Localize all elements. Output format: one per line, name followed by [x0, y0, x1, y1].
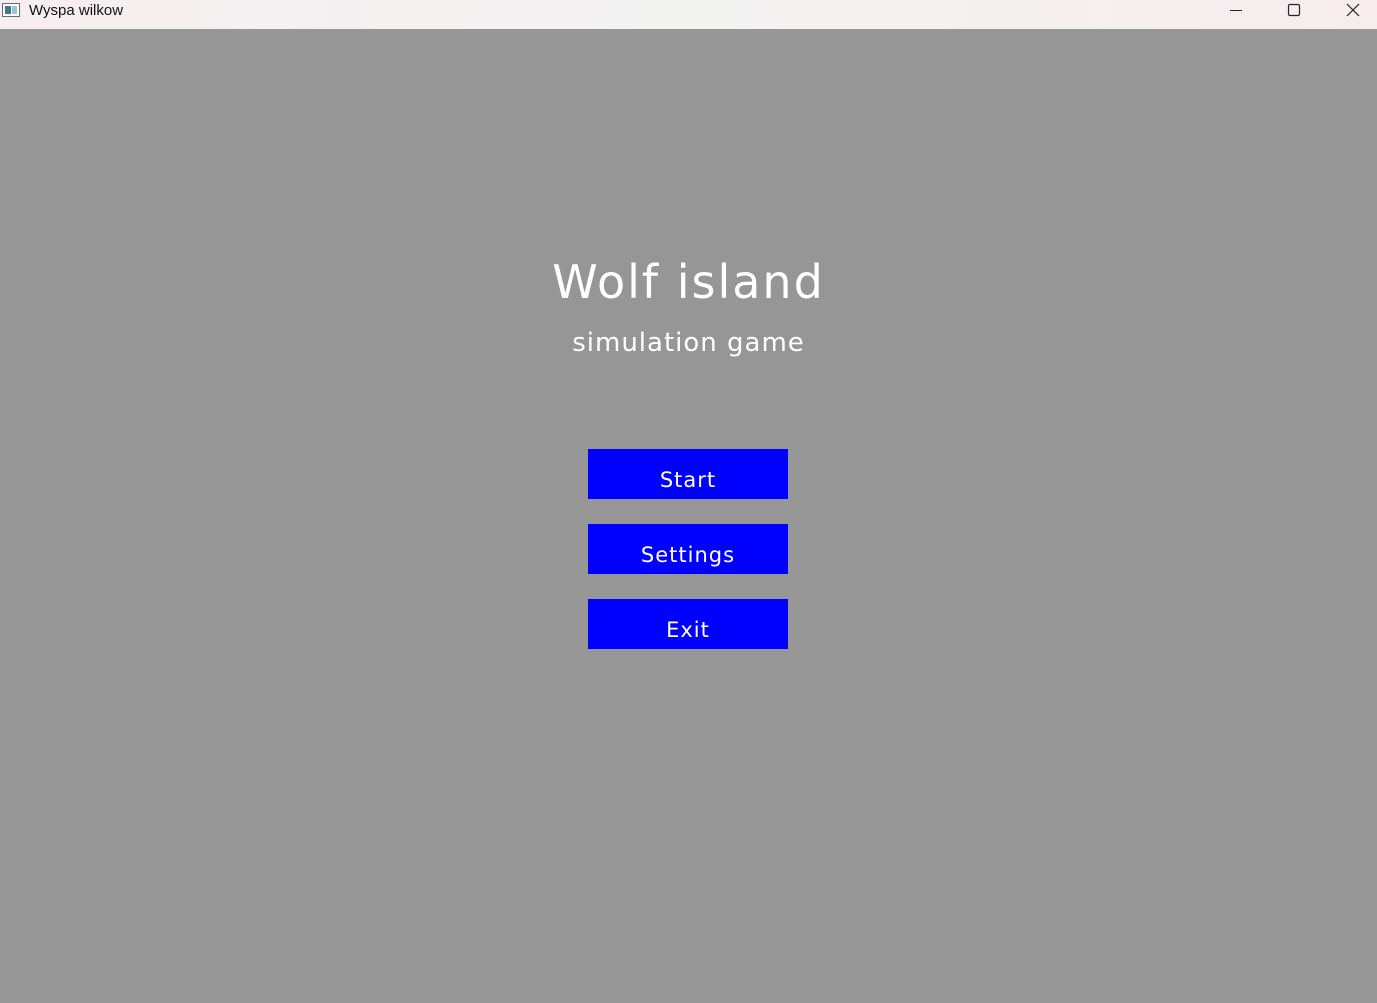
game-canvas: Wolf island simulation game Start Settin… — [0, 29, 1377, 1003]
close-button[interactable] — [1330, 0, 1376, 22]
window-title: Wyspa wilkow — [29, 2, 124, 19]
title-bar[interactable]: Wyspa wilkow — [0, 0, 1377, 29]
settings-button[interactable]: Settings — [588, 524, 788, 574]
close-icon — [1346, 3, 1360, 17]
maximize-button[interactable] — [1271, 0, 1317, 22]
app-window-icon — [2, 3, 20, 17]
minimize-button[interactable] — [1213, 0, 1259, 22]
game-subtitle: simulation game — [572, 328, 805, 358]
exit-button[interactable]: Exit — [588, 599, 788, 649]
minimize-icon — [1230, 10, 1242, 11]
game-title: Wolf island — [552, 255, 825, 309]
start-button[interactable]: Start — [588, 449, 788, 499]
app-window: Wyspa wilkow Wolf island simulation game… — [0, 0, 1377, 1003]
maximize-icon — [1287, 3, 1301, 17]
